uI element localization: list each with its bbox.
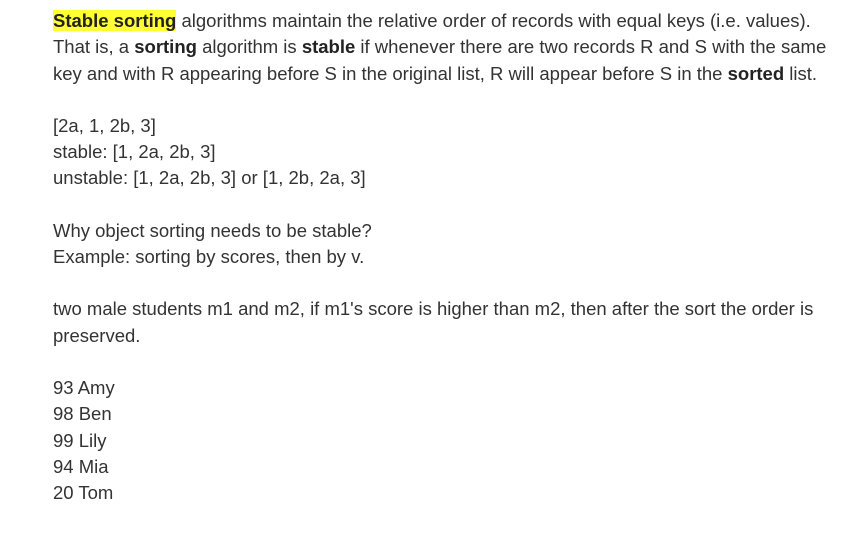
- score-item: 99 Lily: [53, 429, 107, 451]
- score-item: 98 Ben: [53, 403, 112, 425]
- example-original: [2a, 1, 2b, 3]: [53, 114, 156, 136]
- bold-sorting: sorting: [134, 36, 197, 58]
- bold-sorted: sorted: [727, 62, 785, 84]
- example-stable: stable: [1, 2a, 2b, 3]: [53, 141, 216, 163]
- document-body: Stable sorting algorithms maintain the r…: [53, 8, 833, 506]
- intro-paragraph: Stable sorting algorithms maintain the r…: [53, 8, 833, 87]
- why-question: Why object sorting needs to be stable?: [53, 219, 372, 241]
- score-list: 93 Amy 98 Ben 99 Lily 94 Mia 20 Tom: [53, 375, 833, 506]
- intro-text-2: algorithm is: [196, 36, 302, 58]
- why-example: Example: sorting by scores, then by v.: [53, 246, 365, 268]
- highlighted-term: Stable sorting: [53, 10, 177, 31]
- bold-stable: stable: [301, 36, 356, 58]
- example-block: [2a, 1, 2b, 3] stable: [1, 2a, 2b, 3] un…: [53, 113, 833, 192]
- score-item: 20 Tom: [53, 482, 114, 504]
- intro-text-4: list.: [784, 62, 818, 84]
- students-paragraph: two male students m1 and m2, if m1's sco…: [53, 298, 814, 346]
- score-item: 94 Mia: [53, 455, 109, 477]
- example-unstable: unstable: [1, 2a, 2b, 3] or [1, 2b, 2a, …: [53, 167, 366, 189]
- score-item: 93 Amy: [53, 376, 115, 398]
- why-block: Why object sorting needs to be stable? E…: [53, 218, 833, 271]
